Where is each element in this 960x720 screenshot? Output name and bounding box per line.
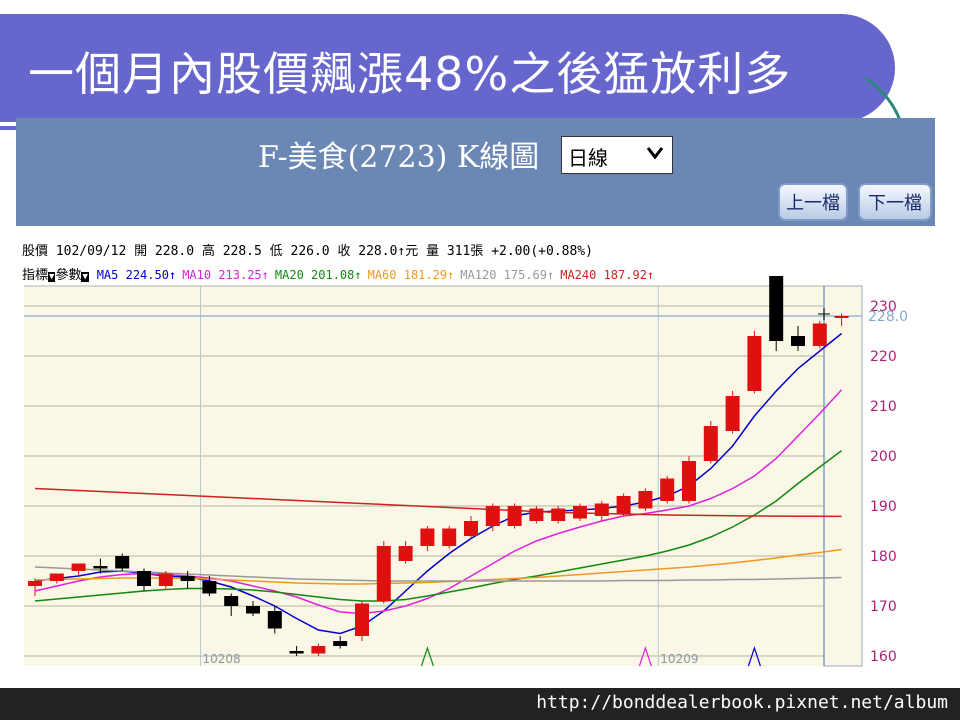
candle-body: [180, 576, 195, 581]
candle-body: [49, 573, 64, 581]
y-tick-label: 180: [870, 549, 897, 565]
candle-body: [747, 336, 762, 391]
candle-body: [420, 528, 435, 546]
candle-body: [442, 528, 457, 546]
candle-body: [529, 508, 544, 521]
y-tick-label: 220: [870, 349, 897, 365]
current-price-label: 228.0: [868, 309, 908, 325]
candle-body: [311, 646, 326, 654]
plot-background: [24, 286, 862, 666]
y-tick-label: 170: [870, 599, 897, 615]
candle-body: [246, 606, 260, 614]
candle-body: [71, 563, 86, 571]
candle-body: [355, 603, 369, 636]
y-tick-label: 200: [870, 449, 897, 465]
footer-bar: http://bonddealerbook.pixnet.net/album: [0, 688, 960, 720]
candle-body: [812, 323, 827, 346]
candle-body: [834, 316, 849, 318]
candle-body: [333, 641, 348, 646]
candle-body: [93, 566, 108, 569]
candle-body: [289, 651, 304, 654]
candle-body: [115, 556, 130, 569]
y-tick-label: 190: [870, 499, 897, 515]
candle-body: [507, 506, 522, 526]
candle-body: [638, 491, 653, 509]
month-label: 10208: [203, 652, 241, 666]
candle-body: [703, 426, 718, 461]
candle-body: [158, 573, 173, 586]
candle-body: [551, 508, 566, 521]
footer-url: http://bonddealerbook.pixnet.net/album: [536, 692, 948, 713]
candle-body: [769, 276, 784, 341]
y-tick-label: 160: [870, 649, 897, 665]
candle-body: [28, 581, 42, 586]
candle-body: [376, 546, 391, 601]
y-tick-label: 210: [870, 399, 897, 415]
candle-body: [137, 571, 151, 586]
candle-body: [791, 336, 805, 346]
candle-body: [224, 596, 239, 606]
candle-body: [267, 611, 282, 629]
candle-body: [660, 478, 675, 501]
candle-body: [573, 506, 587, 519]
candle-body: [594, 503, 609, 516]
month-label: 10209: [660, 652, 698, 666]
candle-body: [682, 461, 696, 501]
candlestick-chart: 10208 10209 160170180190200210220230228.0: [24, 276, 908, 667]
candle-body: [725, 396, 740, 431]
candle-body: [464, 521, 478, 536]
candle-body: [398, 546, 413, 561]
candle-body: [485, 506, 500, 526]
candle-body: [616, 496, 631, 514]
candle-body: [202, 581, 217, 594]
